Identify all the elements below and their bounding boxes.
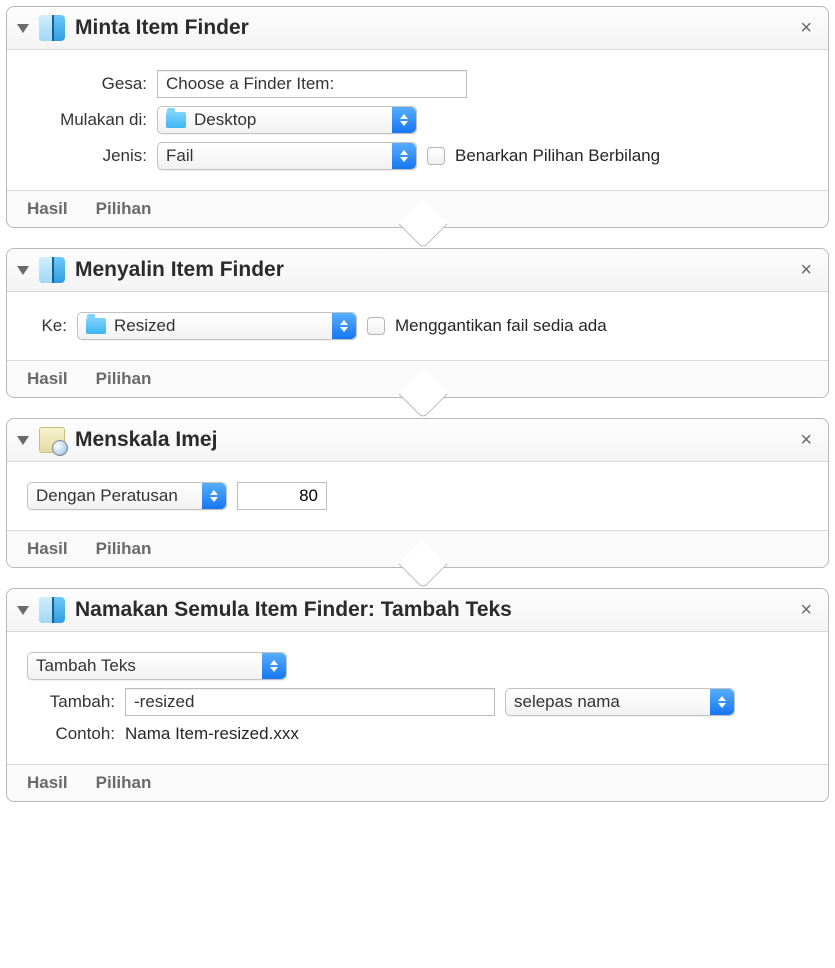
folder-icon xyxy=(166,112,186,128)
rename-operation-value: Tambah Teks xyxy=(36,656,136,676)
connector-icon xyxy=(6,567,829,589)
replace-existing-label: Menggantikan fail sedia ada xyxy=(395,316,607,336)
start-at-value: Desktop xyxy=(194,110,256,130)
start-at-label: Mulakan di: xyxy=(27,110,147,130)
action-title: Minta Item Finder xyxy=(75,16,796,40)
type-popup[interactable]: Fail xyxy=(157,142,417,170)
prompt-input[interactable] xyxy=(157,70,467,98)
example-value: Nama Item-resized.xxx xyxy=(125,724,299,744)
action-rename-finder-items: Namakan Semula Item Finder: Tambah Teks … xyxy=(6,588,829,802)
allow-multiple-label: Benarkan Pilihan Berbilang xyxy=(455,146,660,166)
close-icon[interactable]: × xyxy=(796,258,816,282)
prompt-label: Gesa: xyxy=(27,74,147,94)
chevron-updown-icon xyxy=(710,689,734,715)
close-icon[interactable]: × xyxy=(796,598,816,622)
percentage-input[interactable] xyxy=(237,482,327,510)
folder-icon xyxy=(86,318,106,334)
disclosure-triangle[interactable] xyxy=(17,436,29,445)
destination-value: Resized xyxy=(114,316,175,336)
finder-icon xyxy=(39,257,65,283)
scale-mode-value: Dengan Peratusan xyxy=(36,486,178,506)
preview-icon xyxy=(39,427,65,453)
add-text-input[interactable] xyxy=(125,688,495,716)
action-ask-finder-items: Minta Item Finder × Gesa: Mulakan di: De… xyxy=(6,6,829,228)
action-title: Namakan Semula Item Finder: Tambah Teks xyxy=(75,598,796,622)
connector-icon xyxy=(6,397,829,419)
disclosure-triangle[interactable] xyxy=(17,24,29,33)
type-label: Jenis: xyxy=(27,146,147,166)
rename-operation-popup[interactable]: Tambah Teks xyxy=(27,652,287,680)
chevron-updown-icon xyxy=(392,143,416,169)
finder-icon xyxy=(39,597,65,623)
destination-popup[interactable]: Resized xyxy=(77,312,357,340)
results-button[interactable]: Hasil xyxy=(27,539,68,559)
results-button[interactable]: Hasil xyxy=(27,199,68,219)
type-value: Fail xyxy=(166,146,193,166)
options-button[interactable]: Pilihan xyxy=(96,199,152,219)
action-title: Menskala Imej xyxy=(75,428,796,452)
finder-icon xyxy=(39,15,65,41)
card-header: Menyalin Item Finder × xyxy=(7,249,828,292)
example-label: Contoh: xyxy=(27,724,115,744)
card-header: Namakan Semula Item Finder: Tambah Teks … xyxy=(7,589,828,632)
options-button[interactable]: Pilihan xyxy=(96,773,152,793)
start-at-popup[interactable]: Desktop xyxy=(157,106,417,134)
connector-icon xyxy=(6,227,829,249)
options-button[interactable]: Pilihan xyxy=(96,539,152,559)
disclosure-triangle[interactable] xyxy=(17,266,29,275)
action-title: Menyalin Item Finder xyxy=(75,258,796,282)
allow-multiple-checkbox[interactable] xyxy=(427,147,445,165)
close-icon[interactable]: × xyxy=(796,16,816,40)
chevron-updown-icon xyxy=(332,313,356,339)
position-value: selepas nama xyxy=(514,692,620,712)
card-header: Minta Item Finder × xyxy=(7,7,828,50)
scale-mode-popup[interactable]: Dengan Peratusan xyxy=(27,482,227,510)
chevron-updown-icon xyxy=(392,107,416,133)
action-copy-finder-items: Menyalin Item Finder × Ke: Resized Mengg… xyxy=(6,248,829,398)
position-popup[interactable]: selepas nama xyxy=(505,688,735,716)
to-label: Ke: xyxy=(27,316,67,336)
results-button[interactable]: Hasil xyxy=(27,369,68,389)
add-label: Tambah: xyxy=(27,692,115,712)
replace-existing-checkbox[interactable] xyxy=(367,317,385,335)
action-scale-images: Menskala Imej × Dengan Peratusan Hasil P… xyxy=(6,418,829,568)
results-button[interactable]: Hasil xyxy=(27,773,68,793)
close-icon[interactable]: × xyxy=(796,428,816,452)
disclosure-triangle[interactable] xyxy=(17,606,29,615)
card-header: Menskala Imej × xyxy=(7,419,828,462)
chevron-updown-icon xyxy=(262,653,286,679)
chevron-updown-icon xyxy=(202,483,226,509)
options-button[interactable]: Pilihan xyxy=(96,369,152,389)
